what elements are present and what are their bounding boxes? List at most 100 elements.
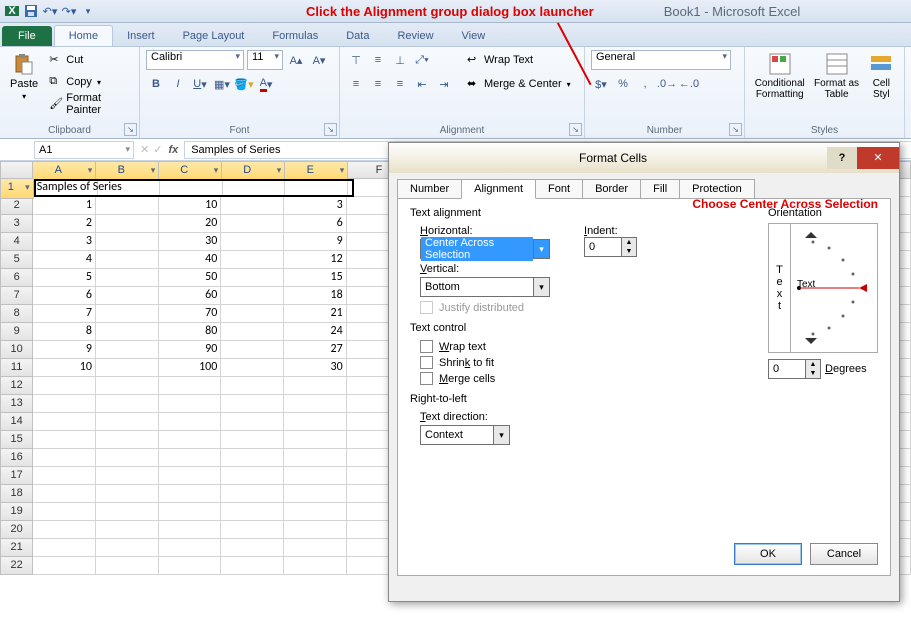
row-header[interactable]: 2 xyxy=(0,197,33,215)
cell[interactable] xyxy=(96,557,159,575)
increase-indent-icon[interactable]: ⇥ xyxy=(434,74,454,94)
cell[interactable] xyxy=(33,395,96,413)
row-header[interactable]: 9 xyxy=(0,323,33,341)
dialog-tab-fill[interactable]: Fill xyxy=(640,179,680,199)
row-header[interactable]: 15 xyxy=(0,431,33,449)
cell[interactable] xyxy=(96,341,159,359)
tab-formulas[interactable]: Formulas xyxy=(258,26,332,46)
font-color-button[interactable]: A▾ xyxy=(256,74,276,94)
cell[interactable]: 6 xyxy=(33,287,96,305)
row-header[interactable]: 22 xyxy=(0,557,33,575)
cell[interactable] xyxy=(96,449,159,467)
column-header[interactable]: D xyxy=(222,161,285,181)
row-header[interactable]: 11 xyxy=(0,359,33,377)
alignment-dialog-launcher[interactable]: ↘ xyxy=(569,123,582,136)
tab-file[interactable]: File xyxy=(2,26,52,46)
cell[interactable] xyxy=(96,413,159,431)
bold-button[interactable]: B xyxy=(146,74,166,94)
spin-down-icon[interactable]: ▼ xyxy=(622,247,636,256)
cell[interactable] xyxy=(160,179,223,197)
row-header[interactable]: 16 xyxy=(0,449,33,467)
tab-home[interactable]: Home xyxy=(54,25,113,46)
spin-up-icon[interactable]: ▲ xyxy=(806,360,820,369)
cell[interactable] xyxy=(159,449,222,467)
italic-button[interactable]: I xyxy=(168,74,188,94)
cell[interactable] xyxy=(33,539,96,557)
cell[interactable] xyxy=(221,539,284,557)
undo-icon[interactable]: ↶▾ xyxy=(42,3,58,19)
cell[interactable] xyxy=(221,269,284,287)
cell[interactable] xyxy=(96,287,159,305)
cell[interactable]: 50 xyxy=(159,269,222,287)
dialog-help-button[interactable]: ? xyxy=(827,147,857,169)
row-header[interactable]: 21 xyxy=(0,539,33,557)
row-header[interactable]: 5 xyxy=(0,251,33,269)
cell[interactable] xyxy=(33,521,96,539)
align-middle-icon[interactable]: ≡ xyxy=(368,50,388,70)
cell[interactable]: 60 xyxy=(159,287,222,305)
decrease-indent-icon[interactable]: ⇤ xyxy=(412,74,432,94)
format-as-table-button[interactable]: Format as Table xyxy=(812,50,860,123)
cell[interactable]: 6 xyxy=(284,215,347,233)
select-all-corner[interactable] xyxy=(0,161,33,179)
cell[interactable] xyxy=(159,539,222,557)
cell[interactable] xyxy=(96,539,159,557)
cell[interactable] xyxy=(221,323,284,341)
cell[interactable]: 20 xyxy=(159,215,222,233)
redo-icon[interactable]: ↷▾ xyxy=(61,3,77,19)
row-header[interactable]: 7 xyxy=(0,287,33,305)
align-center-icon[interactable]: ≡ xyxy=(368,74,388,94)
cell[interactable] xyxy=(284,413,347,431)
cell[interactable] xyxy=(159,467,222,485)
degrees-input[interactable] xyxy=(769,360,805,378)
cell[interactable] xyxy=(221,467,284,485)
cell[interactable] xyxy=(284,521,347,539)
wrap-text-button[interactable]: ↩Wrap Text xyxy=(464,50,574,70)
cell[interactable]: 7 xyxy=(33,305,96,323)
align-right-icon[interactable]: ≡ xyxy=(390,74,410,94)
percent-icon[interactable]: % xyxy=(613,74,633,94)
cell[interactable]: 70 xyxy=(159,305,222,323)
cell[interactable]: 18 xyxy=(284,287,347,305)
grow-font-icon[interactable]: A▴ xyxy=(286,50,306,70)
spin-up-icon[interactable]: ▲ xyxy=(622,238,636,247)
row-header[interactable]: 4 xyxy=(0,233,33,251)
row-header[interactable]: 18 xyxy=(0,485,33,503)
cell[interactable] xyxy=(96,467,159,485)
fill-color-button[interactable]: 🪣▾ xyxy=(234,74,254,94)
cell[interactable] xyxy=(284,539,347,557)
cell[interactable] xyxy=(221,359,284,377)
ok-button[interactable]: OK xyxy=(734,543,802,565)
dialog-close-button[interactable]: ✕ xyxy=(857,147,899,169)
cell[interactable] xyxy=(96,485,159,503)
cell[interactable] xyxy=(221,197,284,215)
cell[interactable]: 100 xyxy=(159,359,222,377)
cell[interactable]: Samples of Series xyxy=(34,179,98,197)
degrees-spinner[interactable]: ▲▼ xyxy=(768,359,821,379)
border-button[interactable]: ▦▾ xyxy=(212,74,232,94)
row-header[interactable]: 1 xyxy=(0,179,34,199)
row-header[interactable]: 10 xyxy=(0,341,33,359)
clipboard-dialog-launcher[interactable]: ↘ xyxy=(124,123,137,136)
cell[interactable] xyxy=(96,377,159,395)
cell[interactable] xyxy=(159,557,222,575)
cell[interactable] xyxy=(33,557,96,575)
cell[interactable]: 21 xyxy=(284,305,347,323)
cell[interactable] xyxy=(221,449,284,467)
tab-insert[interactable]: Insert xyxy=(113,26,169,46)
cell[interactable]: 2 xyxy=(33,215,96,233)
increase-decimal-icon[interactable]: .0→ xyxy=(657,74,677,94)
cell[interactable] xyxy=(221,287,284,305)
cell-styles-button[interactable]: Cell Styl xyxy=(865,50,898,123)
cell[interactable] xyxy=(96,215,159,233)
font-family-select[interactable]: Calibri xyxy=(146,50,244,70)
copy-button[interactable]: ⧉Copy▾ xyxy=(46,72,133,92)
row-header[interactable]: 19 xyxy=(0,503,33,521)
cell[interactable] xyxy=(96,431,159,449)
shrink-font-icon[interactable]: A▾ xyxy=(309,50,329,70)
cell[interactable] xyxy=(284,431,347,449)
cell[interactable] xyxy=(284,449,347,467)
cell[interactable]: 3 xyxy=(33,233,96,251)
row-header[interactable]: 8 xyxy=(0,305,33,323)
cell[interactable] xyxy=(96,251,159,269)
